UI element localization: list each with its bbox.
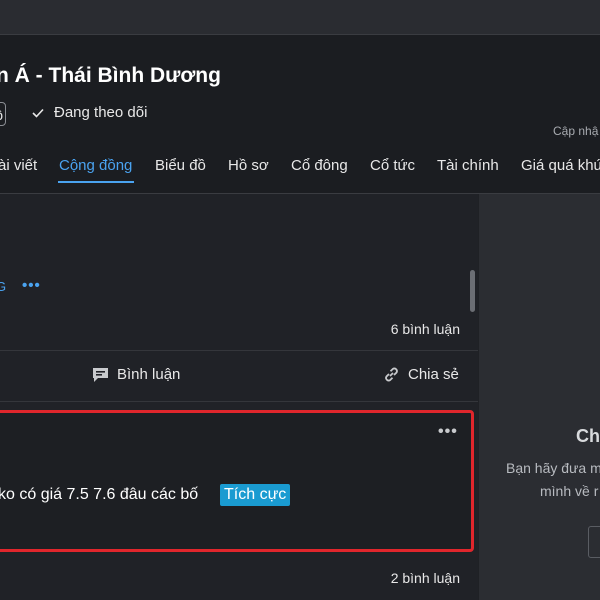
feed-scrollbar[interactable] [470,270,475,312]
tab-profile[interactable]: Hồ sơ [228,157,269,174]
post-comment-count[interactable]: 6 bình luận [391,321,460,337]
exchange-badge[interactable]: ô [0,102,6,126]
follow-button[interactable]: Đang theo dõi [32,104,147,121]
post-divider [0,350,478,351]
sentiment-badge: Tích cực [220,484,291,506]
sidebar-text: Bạn hãy đưa m [506,460,600,476]
active-tab-indicator [58,181,134,183]
sidebar-title: Ch [576,426,600,446]
comment-button[interactable]: Bình luận [92,366,180,383]
sidebar-text: mình về r [540,483,599,499]
tab-dividends[interactable]: Cổ tức [370,157,415,174]
check-icon [32,108,44,118]
post-comment-count[interactable]: 2 bình luận [391,570,460,586]
right-sidebar [479,194,600,600]
page-title: n Á - Thái Bình Dương [0,64,221,87]
tab-community[interactable]: Cộng đồng [59,157,132,174]
top-bar [0,0,600,35]
post-tag[interactable]: G [0,279,6,294]
tab-bar: ài viết Cộng đồng Biểu đồ Hồ sơ Cổ đông … [0,152,600,192]
comment-icon [93,367,108,382]
highlighted-post [0,410,474,552]
tab-chart[interactable]: Biểu đồ [155,157,206,174]
tab-financials[interactable]: Tài chính [437,157,499,174]
more-tags-button[interactable]: ••• [22,277,41,294]
tab-price-history[interactable]: Giá quá khứ [521,157,600,174]
tab-posts[interactable]: ài viết [0,157,37,174]
comment-label: Bình luận [117,366,181,383]
post-divider [0,401,478,402]
share-button[interactable]: Chia sẻ [383,366,459,383]
link-icon [385,367,398,382]
tab-shareholders[interactable]: Cổ đông [291,157,348,174]
post-content: ko có giá 7.5 7.6 đâu các bố [0,486,199,503]
follow-label: Đang theo dõi [54,104,148,121]
share-label: Chia sẻ [408,366,459,383]
update-timestamp: Cập nhậ [553,124,599,138]
post-more-button[interactable]: ••• [438,423,458,441]
sidebar-button[interactable] [588,526,600,558]
